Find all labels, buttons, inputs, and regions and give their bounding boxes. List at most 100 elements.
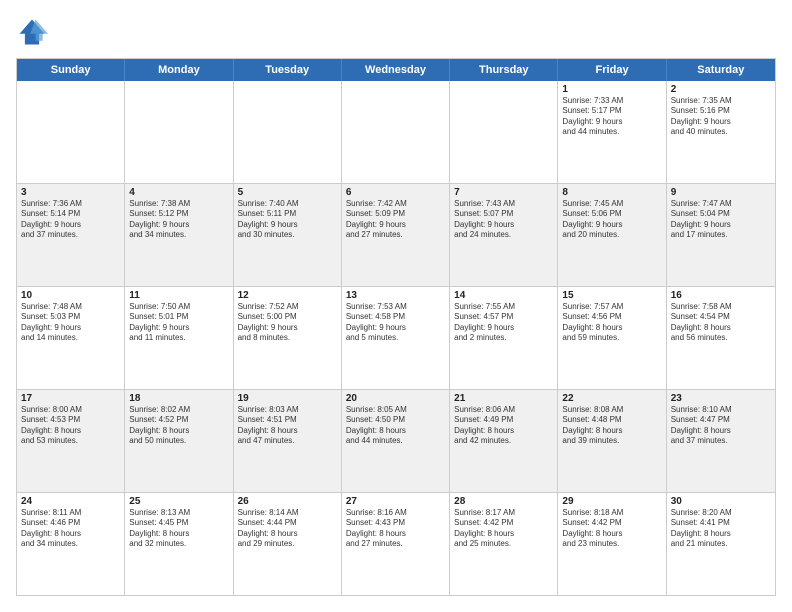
day-info: Sunrise: 8:00 AM Sunset: 4:53 PM Dayligh…	[21, 405, 120, 447]
day-info: Sunrise: 7:36 AM Sunset: 5:14 PM Dayligh…	[21, 199, 120, 241]
day-cell-29: 29Sunrise: 8:18 AM Sunset: 4:42 PM Dayli…	[558, 493, 666, 595]
day-info: Sunrise: 7:35 AM Sunset: 5:16 PM Dayligh…	[671, 96, 771, 138]
day-cell-23: 23Sunrise: 8:10 AM Sunset: 4:47 PM Dayli…	[667, 390, 775, 492]
day-number: 22	[562, 393, 661, 404]
day-number: 30	[671, 496, 771, 507]
day-cell-28: 28Sunrise: 8:17 AM Sunset: 4:42 PM Dayli…	[450, 493, 558, 595]
day-number: 13	[346, 290, 445, 301]
day-number: 20	[346, 393, 445, 404]
day-info: Sunrise: 7:47 AM Sunset: 5:04 PM Dayligh…	[671, 199, 771, 241]
day-number: 9	[671, 187, 771, 198]
day-cell-2: 2Sunrise: 7:35 AM Sunset: 5:16 PM Daylig…	[667, 81, 775, 183]
day-cell-16: 16Sunrise: 7:58 AM Sunset: 4:54 PM Dayli…	[667, 287, 775, 389]
day-number: 5	[238, 187, 337, 198]
day-cell-8: 8Sunrise: 7:45 AM Sunset: 5:06 PM Daylig…	[558, 184, 666, 286]
weekday-header-thursday: Thursday	[450, 59, 558, 81]
day-number: 10	[21, 290, 120, 301]
day-info: Sunrise: 7:58 AM Sunset: 4:54 PM Dayligh…	[671, 302, 771, 344]
weekday-header-sunday: Sunday	[17, 59, 125, 81]
logo	[16, 16, 52, 48]
day-cell-18: 18Sunrise: 8:02 AM Sunset: 4:52 PM Dayli…	[125, 390, 233, 492]
weekday-header-monday: Monday	[125, 59, 233, 81]
day-info: Sunrise: 7:57 AM Sunset: 4:56 PM Dayligh…	[562, 302, 661, 344]
day-number: 14	[454, 290, 553, 301]
weekday-header-saturday: Saturday	[667, 59, 775, 81]
day-info: Sunrise: 7:48 AM Sunset: 5:03 PM Dayligh…	[21, 302, 120, 344]
calendar-row-2: 3Sunrise: 7:36 AM Sunset: 5:14 PM Daylig…	[17, 183, 775, 286]
day-number: 6	[346, 187, 445, 198]
weekday-header-tuesday: Tuesday	[234, 59, 342, 81]
day-cell-5: 5Sunrise: 7:40 AM Sunset: 5:11 PM Daylig…	[234, 184, 342, 286]
day-cell-14: 14Sunrise: 7:55 AM Sunset: 4:57 PM Dayli…	[450, 287, 558, 389]
day-cell-4: 4Sunrise: 7:38 AM Sunset: 5:12 PM Daylig…	[125, 184, 233, 286]
day-info: Sunrise: 8:18 AM Sunset: 4:42 PM Dayligh…	[562, 508, 661, 550]
day-cell-3: 3Sunrise: 7:36 AM Sunset: 5:14 PM Daylig…	[17, 184, 125, 286]
day-info: Sunrise: 7:55 AM Sunset: 4:57 PM Dayligh…	[454, 302, 553, 344]
day-cell-15: 15Sunrise: 7:57 AM Sunset: 4:56 PM Dayli…	[558, 287, 666, 389]
day-cell-17: 17Sunrise: 8:00 AM Sunset: 4:53 PM Dayli…	[17, 390, 125, 492]
day-info: Sunrise: 8:02 AM Sunset: 4:52 PM Dayligh…	[129, 405, 228, 447]
day-info: Sunrise: 7:40 AM Sunset: 5:11 PM Dayligh…	[238, 199, 337, 241]
day-info: Sunrise: 8:10 AM Sunset: 4:47 PM Dayligh…	[671, 405, 771, 447]
day-cell-27: 27Sunrise: 8:16 AM Sunset: 4:43 PM Dayli…	[342, 493, 450, 595]
empty-cell	[450, 81, 558, 183]
day-info: Sunrise: 7:42 AM Sunset: 5:09 PM Dayligh…	[346, 199, 445, 241]
day-number: 4	[129, 187, 228, 198]
day-cell-30: 30Sunrise: 8:20 AM Sunset: 4:41 PM Dayli…	[667, 493, 775, 595]
day-cell-24: 24Sunrise: 8:11 AM Sunset: 4:46 PM Dayli…	[17, 493, 125, 595]
day-number: 24	[21, 496, 120, 507]
day-cell-10: 10Sunrise: 7:48 AM Sunset: 5:03 PM Dayli…	[17, 287, 125, 389]
day-cell-6: 6Sunrise: 7:42 AM Sunset: 5:09 PM Daylig…	[342, 184, 450, 286]
weekday-header-friday: Friday	[558, 59, 666, 81]
day-cell-26: 26Sunrise: 8:14 AM Sunset: 4:44 PM Dayli…	[234, 493, 342, 595]
page: SundayMondayTuesdayWednesdayThursdayFrid…	[0, 0, 792, 612]
day-number: 21	[454, 393, 553, 404]
day-number: 3	[21, 187, 120, 198]
day-cell-21: 21Sunrise: 8:06 AM Sunset: 4:49 PM Dayli…	[450, 390, 558, 492]
header	[16, 16, 776, 48]
day-number: 26	[238, 496, 337, 507]
calendar: SundayMondayTuesdayWednesdayThursdayFrid…	[16, 58, 776, 596]
day-info: Sunrise: 8:14 AM Sunset: 4:44 PM Dayligh…	[238, 508, 337, 550]
empty-cell	[234, 81, 342, 183]
day-info: Sunrise: 8:20 AM Sunset: 4:41 PM Dayligh…	[671, 508, 771, 550]
day-cell-11: 11Sunrise: 7:50 AM Sunset: 5:01 PM Dayli…	[125, 287, 233, 389]
day-number: 16	[671, 290, 771, 301]
day-info: Sunrise: 8:16 AM Sunset: 4:43 PM Dayligh…	[346, 508, 445, 550]
day-cell-7: 7Sunrise: 7:43 AM Sunset: 5:07 PM Daylig…	[450, 184, 558, 286]
day-info: Sunrise: 7:45 AM Sunset: 5:06 PM Dayligh…	[562, 199, 661, 241]
day-cell-19: 19Sunrise: 8:03 AM Sunset: 4:51 PM Dayli…	[234, 390, 342, 492]
calendar-body: 1Sunrise: 7:33 AM Sunset: 5:17 PM Daylig…	[17, 81, 775, 595]
day-number: 19	[238, 393, 337, 404]
day-info: Sunrise: 7:52 AM Sunset: 5:00 PM Dayligh…	[238, 302, 337, 344]
day-number: 25	[129, 496, 228, 507]
day-number: 7	[454, 187, 553, 198]
day-info: Sunrise: 8:08 AM Sunset: 4:48 PM Dayligh…	[562, 405, 661, 447]
day-info: Sunrise: 7:43 AM Sunset: 5:07 PM Dayligh…	[454, 199, 553, 241]
day-info: Sunrise: 8:05 AM Sunset: 4:50 PM Dayligh…	[346, 405, 445, 447]
day-info: Sunrise: 8:06 AM Sunset: 4:49 PM Dayligh…	[454, 405, 553, 447]
day-cell-13: 13Sunrise: 7:53 AM Sunset: 4:58 PM Dayli…	[342, 287, 450, 389]
calendar-row-3: 10Sunrise: 7:48 AM Sunset: 5:03 PM Dayli…	[17, 286, 775, 389]
day-number: 28	[454, 496, 553, 507]
day-number: 18	[129, 393, 228, 404]
day-number: 29	[562, 496, 661, 507]
day-cell-9: 9Sunrise: 7:47 AM Sunset: 5:04 PM Daylig…	[667, 184, 775, 286]
day-cell-25: 25Sunrise: 8:13 AM Sunset: 4:45 PM Dayli…	[125, 493, 233, 595]
day-number: 8	[562, 187, 661, 198]
day-info: Sunrise: 8:13 AM Sunset: 4:45 PM Dayligh…	[129, 508, 228, 550]
day-number: 15	[562, 290, 661, 301]
day-number: 23	[671, 393, 771, 404]
calendar-row-4: 17Sunrise: 8:00 AM Sunset: 4:53 PM Dayli…	[17, 389, 775, 492]
empty-cell	[17, 81, 125, 183]
day-number: 11	[129, 290, 228, 301]
empty-cell	[342, 81, 450, 183]
calendar-header: SundayMondayTuesdayWednesdayThursdayFrid…	[17, 59, 775, 81]
calendar-row-1: 1Sunrise: 7:33 AM Sunset: 5:17 PM Daylig…	[17, 81, 775, 183]
weekday-header-wednesday: Wednesday	[342, 59, 450, 81]
day-cell-22: 22Sunrise: 8:08 AM Sunset: 4:48 PM Dayli…	[558, 390, 666, 492]
day-cell-12: 12Sunrise: 7:52 AM Sunset: 5:00 PM Dayli…	[234, 287, 342, 389]
day-number: 27	[346, 496, 445, 507]
day-info: Sunrise: 7:53 AM Sunset: 4:58 PM Dayligh…	[346, 302, 445, 344]
calendar-row-5: 24Sunrise: 8:11 AM Sunset: 4:46 PM Dayli…	[17, 492, 775, 595]
